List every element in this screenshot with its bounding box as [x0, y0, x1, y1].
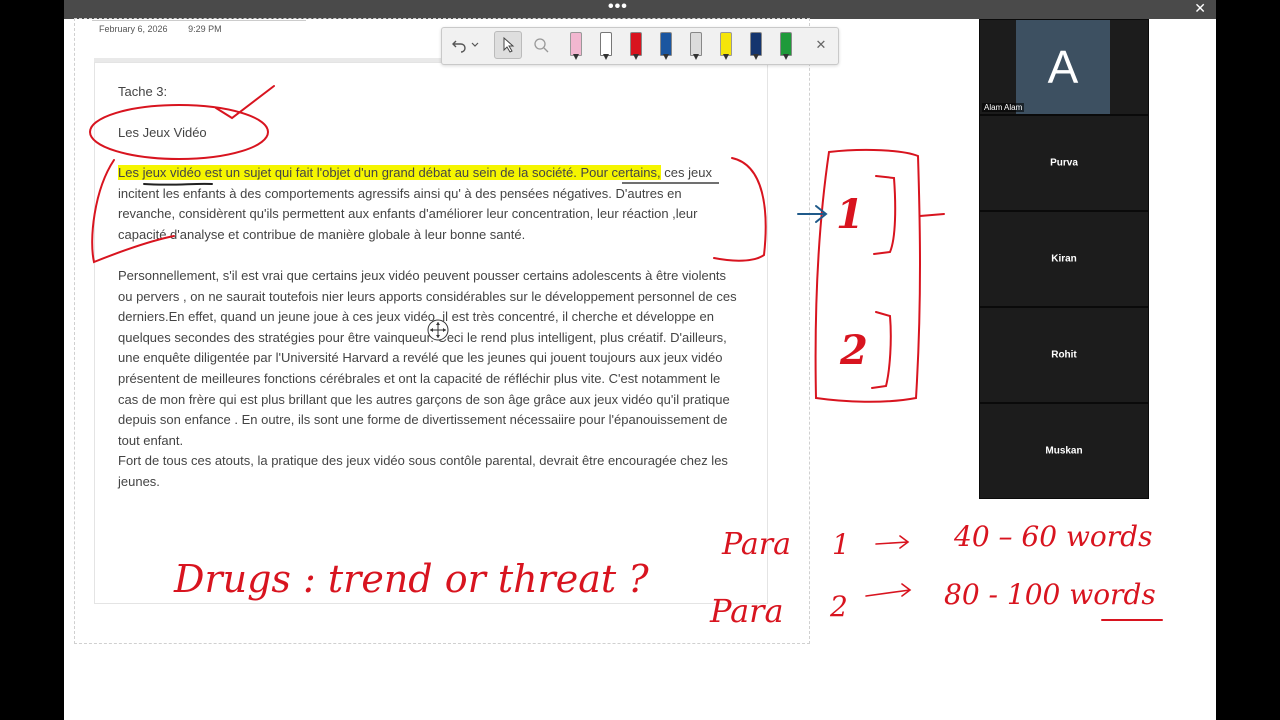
participant-name: Purva [1050, 157, 1078, 169]
row1-arrow-ink [875, 535, 910, 549]
box1-bracket-ink [873, 175, 897, 255]
row2-range-ink: 80 - 100 words [944, 578, 1156, 611]
row2-arrow-ink [865, 583, 912, 597]
jeux-video-underline-ink [143, 182, 213, 186]
participant-tile-alam[interactable]: A Alam Alam [979, 19, 1149, 115]
drugs-title-ink: Drugs : trend or threat ? [173, 557, 649, 601]
avatar: A [1016, 20, 1110, 114]
participant-tile-purva[interactable]: Purva [979, 115, 1149, 211]
left-bracket-ink [91, 159, 175, 264]
box1-number-ink: 1 [836, 191, 864, 238]
participant-tile-rohit[interactable]: Rohit [979, 307, 1149, 403]
participant-name: Alam Alam [982, 103, 1025, 112]
participant-name: Muskan [1045, 445, 1083, 457]
participant-name: Kiran [1051, 253, 1077, 265]
row2-num-ink: 2 [829, 590, 848, 623]
box2-number-ink: 2 [839, 327, 868, 374]
right-bracket-ink [713, 157, 767, 262]
participant-name: Rohit [1051, 349, 1077, 361]
participant-tile-kiran[interactable]: Kiran [979, 211, 1149, 307]
box2-bracket-ink [871, 311, 892, 389]
participant-tile-muskan[interactable]: Muskan [979, 403, 1149, 499]
title-circle-ink [89, 104, 269, 160]
dash-ink [919, 213, 945, 217]
row1-num-ink: 1 [832, 528, 850, 561]
row1-label-ink: Para [721, 527, 791, 562]
row2-label-ink: Para [709, 592, 784, 630]
row1-range-ink: 40 – 60 words [953, 520, 1152, 553]
